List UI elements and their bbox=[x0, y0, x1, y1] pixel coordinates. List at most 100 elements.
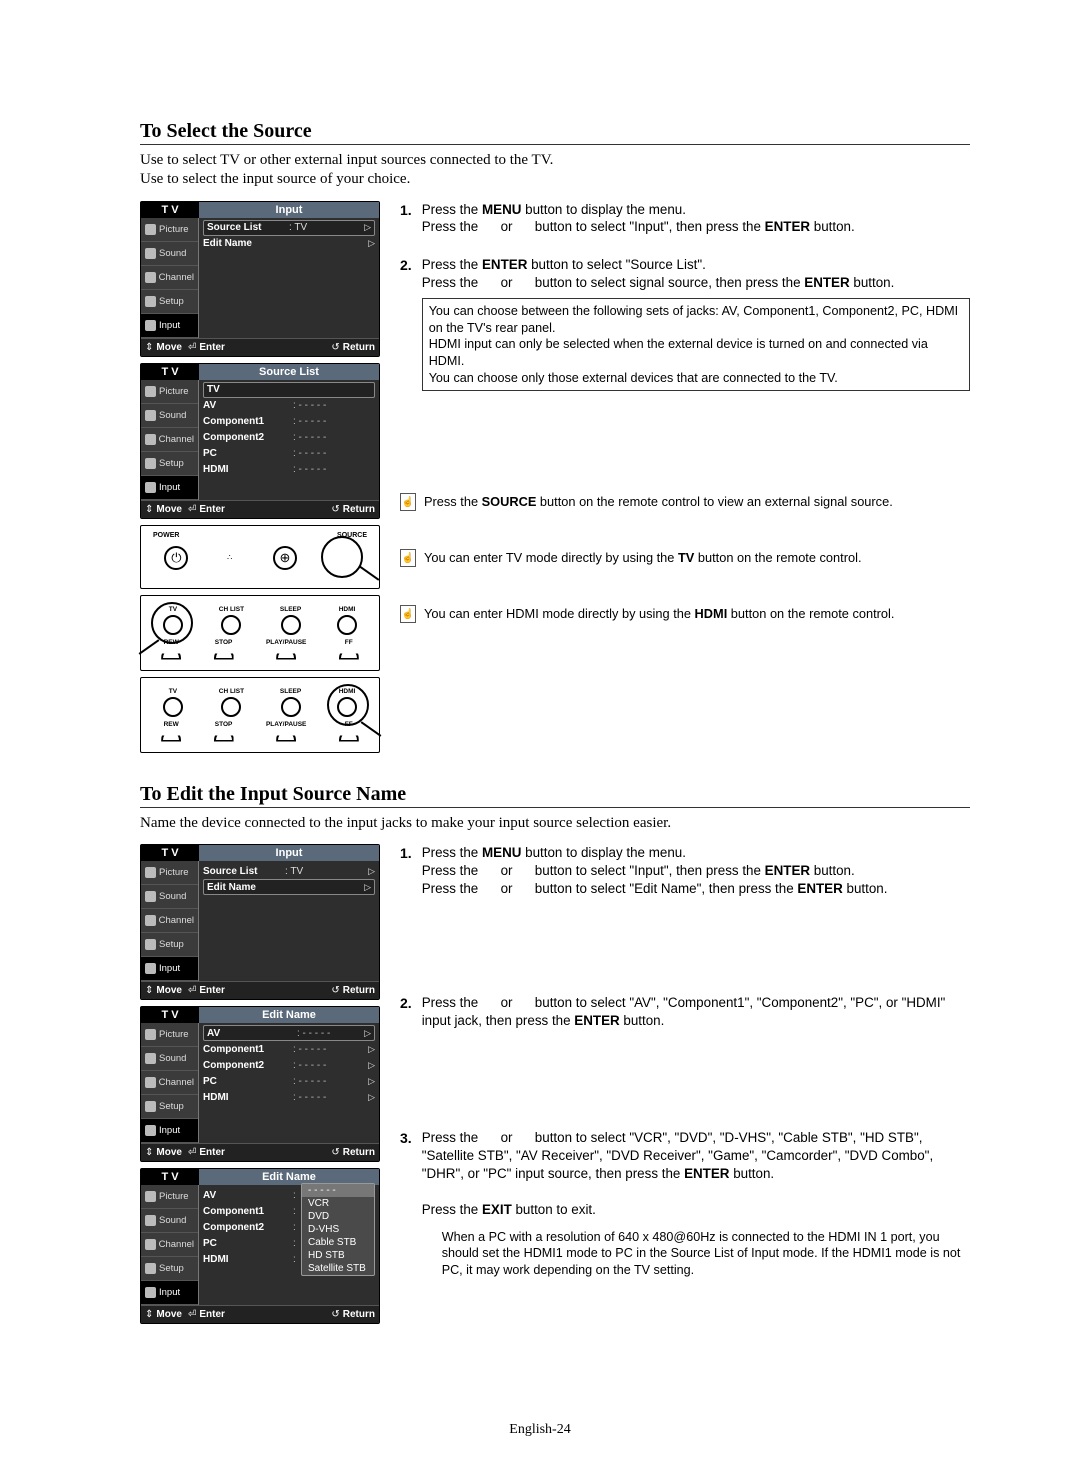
menu-item-source-list: Source List : TV ▷ bbox=[203, 863, 375, 879]
lbl: SLEEP bbox=[280, 606, 301, 613]
step-line: Press the or button to select "Input", t… bbox=[422, 863, 855, 878]
step-1: 1. Press the MENU button to display the … bbox=[400, 844, 970, 897]
step-line: Press the or button to select signal sou… bbox=[422, 275, 895, 290]
foot-return: Return bbox=[343, 342, 375, 353]
highlight-circle-icon bbox=[321, 536, 363, 578]
nav-sound: Sound bbox=[159, 248, 186, 259]
lbl: Component2 bbox=[203, 432, 293, 443]
lbl-comp2: Component2 bbox=[203, 1060, 293, 1071]
dd-opt: Cable STB bbox=[302, 1236, 374, 1249]
lbl: Component1 bbox=[203, 416, 293, 427]
osd-input-menu: T V Input Picture Sound Channel Setup In… bbox=[140, 201, 380, 357]
enter-icon bbox=[188, 1309, 196, 1320]
hint-text: Press the SOURCE button on the remote co… bbox=[424, 493, 893, 511]
return-icon bbox=[331, 504, 339, 515]
chevron-right-icon: ▷ bbox=[368, 1044, 375, 1055]
src-pc: PC: - - - - - bbox=[203, 446, 375, 462]
osd-brand: T V bbox=[141, 364, 199, 380]
nav-input: Input bbox=[159, 482, 180, 493]
lbl: HDMI bbox=[203, 464, 293, 475]
nav-picture: Picture bbox=[159, 1191, 189, 1202]
foot-move: Move bbox=[156, 342, 182, 353]
foot-enter: Enter bbox=[199, 342, 225, 353]
stop-button bbox=[214, 648, 234, 660]
step-3: 3. Press the or button to select "VCR", … bbox=[400, 1129, 970, 1282]
step-line: Press the MENU button to display the men… bbox=[422, 845, 686, 860]
lbl-comp2: Component2 bbox=[203, 1222, 293, 1233]
step-line: Press the ENTER button to select "Source… bbox=[422, 257, 706, 272]
osd-footer: ⇕Move Enter Return bbox=[141, 338, 379, 356]
lbl-av: AV bbox=[203, 1190, 293, 1201]
nav-channel: Channel bbox=[159, 434, 194, 445]
hint: ☝You can enter HDMI mode directly by usi… bbox=[400, 605, 970, 623]
hint: ☝Press the SOURCE button on the remote c… bbox=[400, 493, 970, 511]
src-tv: TV bbox=[203, 382, 375, 398]
nav-input: Input bbox=[159, 1125, 180, 1136]
osd-nav: Picture Sound Channel Setup Input bbox=[141, 861, 199, 981]
osd-title: Input bbox=[199, 202, 379, 218]
nav-input: Input bbox=[159, 320, 180, 331]
note-line: When a PC with a resolution of 640 x 480… bbox=[442, 1230, 961, 1277]
updown-icon: ⇕ bbox=[145, 342, 153, 353]
osd-source-list: T V Source List Picture Sound Channel Se… bbox=[140, 363, 380, 519]
intro-text: Use to select TV or other external input… bbox=[140, 151, 970, 189]
nav-picture: Picture bbox=[159, 1029, 189, 1040]
val: : - - - - - bbox=[293, 1092, 349, 1103]
nav-channel: Channel bbox=[159, 915, 194, 926]
section-heading: To Edit the Input Source Name bbox=[140, 783, 970, 808]
step-line: Press the or button to select "Edit Name… bbox=[422, 881, 888, 896]
osd-footer: ⇕Move Enter Return bbox=[141, 981, 379, 999]
step-1: 1. Press the MENU button to display the … bbox=[400, 201, 970, 237]
osd-brand: T V bbox=[141, 202, 199, 218]
hint-text: You can enter HDMI mode directly by usin… bbox=[424, 605, 894, 623]
return-icon bbox=[331, 1147, 339, 1158]
intro-text: Name the device connected to the input j… bbox=[140, 814, 970, 833]
nav-setup: Setup bbox=[159, 1101, 184, 1112]
foot-move: Move bbox=[156, 1309, 182, 1320]
step-line: Press the or button to select "VCR", "DV… bbox=[422, 1130, 933, 1181]
osd-title: Input bbox=[199, 845, 379, 861]
rew-button bbox=[161, 648, 181, 660]
src-comp1: Component1: - - - - - bbox=[203, 414, 375, 430]
enter-icon bbox=[188, 504, 196, 515]
intro-line: Use to select the input source of your c… bbox=[140, 171, 410, 187]
dd-sel: - - - - - bbox=[302, 1184, 374, 1197]
lbl-comp1: Component1 bbox=[203, 1206, 293, 1217]
lbl: SLEEP bbox=[280, 688, 301, 695]
chevron-right-icon: ▷ bbox=[368, 1076, 375, 1087]
foot-enter: Enter bbox=[199, 985, 225, 996]
val: : TV bbox=[289, 222, 345, 233]
val: : - - - - - bbox=[293, 1044, 349, 1055]
val: : - - - - - bbox=[293, 464, 349, 475]
val: : - - - - - bbox=[293, 432, 349, 443]
foot-move: Move bbox=[156, 985, 182, 996]
intro-line: Use to select TV or other external input… bbox=[140, 152, 553, 168]
foot-return: Return bbox=[343, 1147, 375, 1158]
note-line: HDMI input can only be selected when the… bbox=[429, 337, 928, 368]
step-num: 1. bbox=[400, 844, 412, 897]
lbl-pc: PC bbox=[203, 1076, 293, 1087]
osd-footer: ⇕Move Enter Return bbox=[141, 1143, 379, 1161]
chevron-right-icon: ▷ bbox=[368, 1060, 375, 1071]
updown-icon: ⇕ bbox=[145, 504, 153, 515]
step-line: Press the MENU button to display the men… bbox=[422, 202, 686, 217]
sleep-button bbox=[281, 615, 301, 635]
chlist-button bbox=[221, 615, 241, 635]
nav-picture: Picture bbox=[159, 386, 189, 397]
chlist-button bbox=[221, 697, 241, 717]
step-num: 3. bbox=[400, 1129, 412, 1282]
lbl-comp1: Component1 bbox=[203, 1044, 293, 1055]
lbl: PLAY/PAUSE bbox=[266, 721, 306, 728]
nav-sound: Sound bbox=[159, 1215, 186, 1226]
val: : - - - - - bbox=[293, 1060, 349, 1071]
foot-enter: Enter bbox=[199, 504, 225, 515]
chevron-right-icon: ▷ bbox=[368, 238, 375, 249]
hint: ☝You can enter TV mode directly by using… bbox=[400, 549, 970, 567]
power-button: ⏻ bbox=[164, 546, 188, 570]
osd-footer: ⇕Move Enter Return bbox=[141, 1305, 379, 1323]
lbl: Edit Name bbox=[207, 882, 289, 893]
src-hdmi: HDMI: - - - - - bbox=[203, 462, 375, 478]
note-line: You can choose between the following set… bbox=[429, 304, 958, 335]
lbl: REW bbox=[164, 721, 179, 728]
nav-setup: Setup bbox=[159, 1263, 184, 1274]
